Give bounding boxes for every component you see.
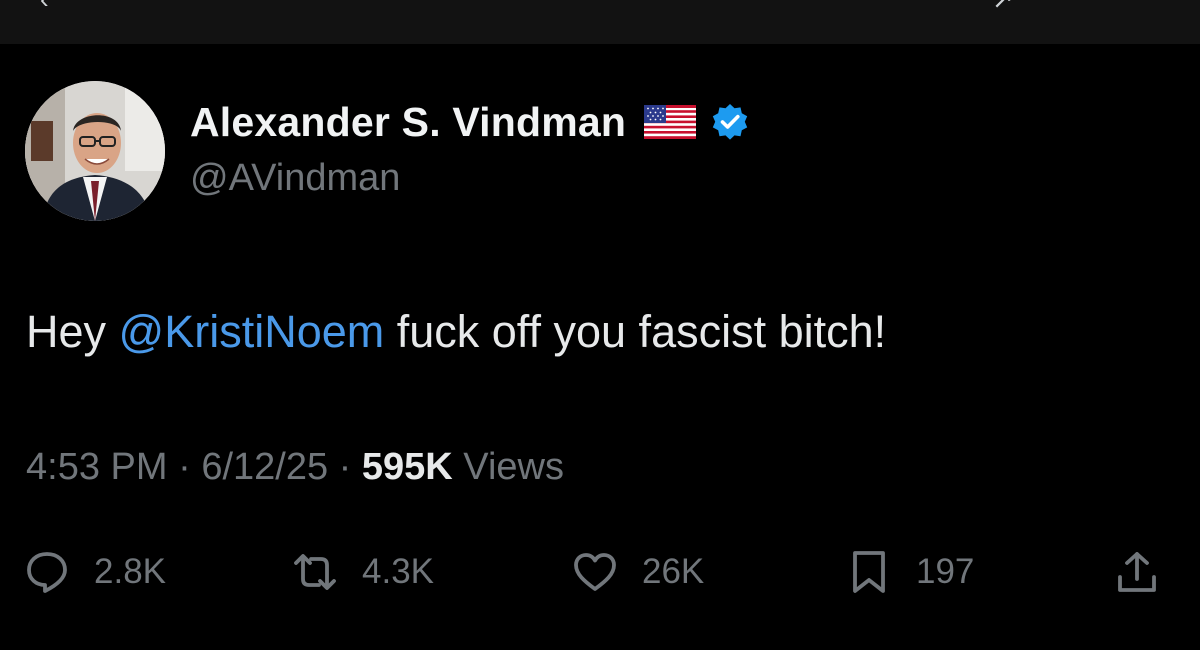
bookmark-icon — [853, 551, 885, 593]
grok-icon[interactable]: ↗ — [992, 0, 1014, 12]
reply-button[interactable]: 2.8K — [24, 540, 166, 604]
user-handle[interactable]: @AVindman — [190, 157, 400, 200]
tweet-text-end: fuck off you fascist bitch! — [384, 306, 887, 357]
display-name[interactable]: Alexander S. Vindman — [190, 99, 626, 146]
tweet-metadata: 4:53 PM · 6/12/25 · 595K Views — [26, 446, 564, 489]
repost-icon — [294, 554, 336, 590]
repost-button[interactable]: 4.3K — [292, 540, 434, 604]
meta-separator: · — [167, 446, 202, 488]
reply-icon — [27, 552, 67, 593]
tweet-text-start: Hey — [26, 306, 119, 357]
author-name-row: Alexander S. Vindman — [190, 96, 750, 148]
like-count: 26K — [642, 552, 705, 591]
heart-icon — [574, 553, 616, 591]
avatar[interactable] — [25, 81, 165, 221]
tweet-time: 4:53 PM — [26, 446, 168, 488]
mention-link[interactable]: @KristiNoem — [119, 306, 385, 357]
share-button[interactable] — [1114, 540, 1160, 604]
views-label[interactable]: Views — [453, 446, 564, 488]
bookmark-button[interactable]: 197 — [846, 540, 974, 604]
top-navigation-bar: ‹ ⌒ ↗ — [0, 0, 1200, 44]
views-count[interactable]: 595K — [362, 446, 453, 488]
verified-badge-icon[interactable] — [710, 102, 750, 142]
title-glyph-partial: ⌒ — [578, 0, 606, 12]
tweet-action-bar: 2.8K 4.3K 26K 197 — [0, 540, 1200, 604]
tweet-date: 6/12/25 — [201, 446, 329, 488]
like-button[interactable]: 26K — [572, 540, 704, 604]
tweet-body: Hey @KristiNoem fuck off you fascist bit… — [26, 306, 886, 358]
reply-count: 2.8K — [94, 552, 166, 591]
share-icon — [1118, 552, 1156, 592]
us-flag-icon — [644, 105, 697, 139]
meta-separator: · — [328, 446, 362, 488]
bookmark-count: 197 — [916, 552, 975, 591]
avatar-photo — [25, 81, 165, 221]
back-arrow-icon[interactable]: ‹ — [40, 0, 49, 12]
repost-count: 4.3K — [362, 552, 434, 591]
